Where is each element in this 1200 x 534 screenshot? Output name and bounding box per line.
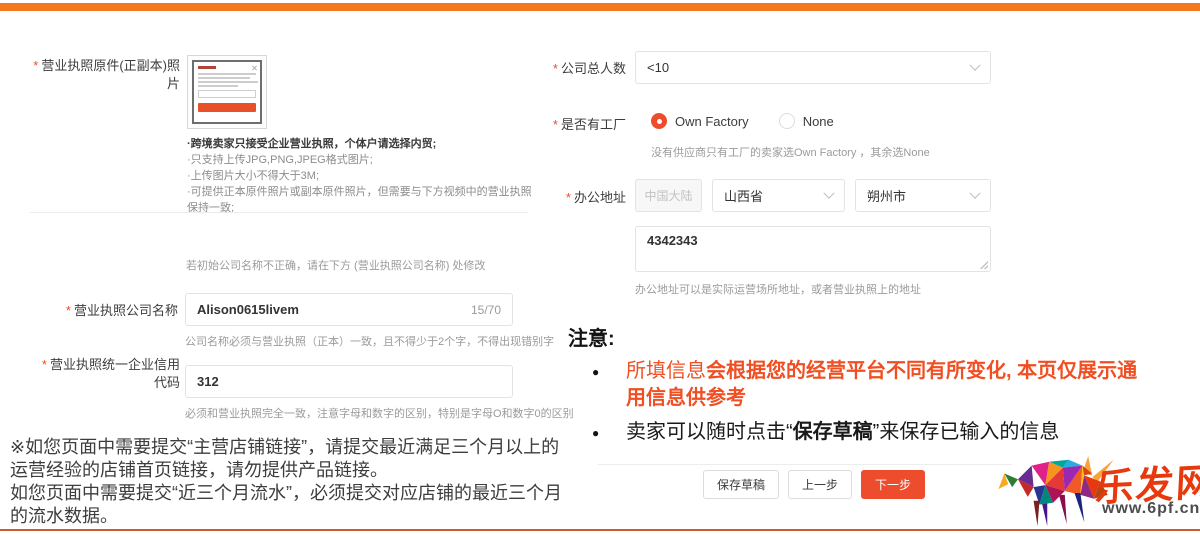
- company-name-hint: 公司名称必须与营业执照（正本）一致，且不得少于2个字，不得出现错别字: [185, 333, 554, 349]
- site-logo-url: www.6pf.cn: [1102, 500, 1200, 518]
- previous-step-button[interactable]: 上一步: [788, 470, 852, 499]
- office-address-label-text: 办公地址: [574, 190, 626, 205]
- notice-block: 注意: ● 所填信息会根据您的经营平台不同有所变化, 本页仅展示通用信息供参考 …: [568, 327, 1146, 446]
- required-asterisk: *: [553, 61, 558, 76]
- province-value: 山西省: [724, 186, 763, 205]
- bottom-accent-line: [0, 529, 1200, 531]
- company-name-label: *营业执照公司名称: [30, 302, 178, 320]
- mock-dialog-title-bar: [198, 66, 216, 69]
- factory-hint: 没有供应商只有工厂的卖家选Own Factory ，其余选None: [651, 144, 930, 160]
- radio-own-factory-label: Own Factory: [675, 114, 749, 129]
- company-size-value: <10: [647, 60, 669, 75]
- credit-code-label: *营业执照统一企业信用代码: [30, 356, 180, 392]
- notice-bullet-2-text: 卖家可以随时点击“保存草稿”来保存已输入的信息: [626, 419, 1059, 446]
- bullet-icon: ●: [592, 358, 606, 412]
- mock-text-line: [198, 81, 258, 83]
- required-asterisk: *: [66, 303, 71, 318]
- office-address-hint: 办公地址可以是实际运营场所地址，或者营业执照上的地址: [635, 281, 921, 297]
- credit-code-label-text: 营业执照统一企业信用代码: [50, 357, 180, 390]
- address-detail-value: 4342343: [647, 233, 698, 248]
- store-link-footnote: ※如您页面中需要提交“主营店铺链接”，请提交最近满足三个月以上的运营经验的店铺首…: [10, 436, 576, 528]
- chevron-down-icon: [823, 187, 834, 198]
- company-size-label-text: 公司总人数: [561, 61, 626, 76]
- credit-code-hint: 必须和营业执照完全一致，注意字母和数字的区别，特别是字母O和数字0的区别: [185, 405, 574, 421]
- notice-bullet-1-prefix: 所填信息: [626, 360, 706, 382]
- required-asterisk: *: [566, 190, 571, 205]
- radio-own-factory[interactable]: Own Factory: [651, 113, 749, 129]
- license-photo-label: *营业执照原件(正副本)照片: [30, 57, 180, 93]
- company-size-label: *公司总人数: [538, 60, 626, 78]
- city-value: 朔州市: [867, 186, 906, 205]
- save-draft-button[interactable]: 保存草稿: [703, 470, 779, 499]
- next-step-button[interactable]: 下一步: [861, 470, 925, 499]
- close-icon: [251, 65, 257, 71]
- license-photo-dialog-mock: [192, 60, 262, 124]
- factory-label: *是否有工厂: [538, 116, 626, 134]
- radio-none-label: None: [803, 114, 834, 129]
- factory-label-text: 是否有工厂: [561, 117, 626, 132]
- notice-bullet-1: ● 所填信息会根据您的经营平台不同有所变化, 本页仅展示通用信息供参考: [568, 358, 1146, 412]
- address-province-select[interactable]: 山西省: [712, 179, 845, 212]
- license-photo-preview[interactable]: [187, 55, 267, 129]
- notice-bullet-2-bold: 保存草稿: [793, 421, 873, 443]
- license-photo-label-text: 营业执照原件(正副本)照片: [41, 58, 180, 91]
- mock-text-line: [198, 73, 256, 75]
- factory-radio-group: Own Factory None: [651, 113, 834, 129]
- license-upload-notes: ·跨境卖家只接受企业营业执照，个体户请选择内贸; ·只支持上传JPG,PNG,J…: [187, 136, 535, 216]
- mock-text-line: [198, 85, 238, 87]
- mock-select: [198, 90, 256, 98]
- footnote-paragraph-1: ※如您页面中需要提交“主营店铺链接”，请提交最近满足三个月以上的运营经验的店铺首…: [10, 436, 576, 482]
- notice-bullet-1-text: 所填信息会根据您的经营平台不同有所变化, 本页仅展示通用信息供参考: [626, 358, 1146, 412]
- credit-code-input[interactable]: 312: [185, 365, 513, 398]
- office-address-label: *办公地址: [538, 189, 626, 207]
- radio-unselected-icon: [779, 113, 795, 129]
- textarea-resize-handle[interactable]: [979, 260, 988, 269]
- required-asterisk: *: [553, 117, 558, 132]
- mock-primary-button: [198, 103, 256, 112]
- footnote-paragraph-2: 如您页面中需要提交“近三个月流水”，必须提交对应店铺的最近三个月的流水数据。: [10, 482, 576, 528]
- required-asterisk: *: [42, 357, 47, 372]
- chevron-down-icon: [969, 59, 980, 70]
- address-city-select[interactable]: 朔州市: [855, 179, 991, 212]
- company-size-select[interactable]: <10: [635, 51, 991, 84]
- notice-bullet-2: ● 卖家可以随时点击“保存草稿”来保存已输入的信息: [568, 419, 1146, 446]
- company-name-value: Alison0615livem: [197, 302, 299, 317]
- company-name-label-text: 营业执照公司名称: [74, 303, 178, 318]
- radio-selected-icon: [651, 113, 667, 129]
- notice-bullet-2-post: ”来保存已输入的信息: [873, 421, 1060, 443]
- seller-onboarding-form-page: *营业执照原件(正副本)照片 ·跨境卖家只接受企业营业执照，个体户请选择内贸; …: [0, 0, 1200, 534]
- section-divider: [30, 212, 528, 213]
- char-counter: 15/70: [471, 303, 501, 317]
- company-name-rename-hint: 若初始公司名称不正确，请在下方 (营业执照公司名称) 处修改: [186, 257, 485, 273]
- notice-title: 注意:: [568, 327, 1146, 351]
- license-note: ·跨境卖家只接受企业营业执照，个体户请选择内贸;: [187, 136, 535, 152]
- mock-text-line: [198, 77, 250, 79]
- top-accent-bar: [0, 3, 1200, 11]
- company-name-input[interactable]: Alison0615livem 15/70: [185, 293, 513, 326]
- address-region-disabled-input: 中国大陆: [635, 179, 702, 212]
- notice-bullet-2-pre: 卖家可以随时点击“: [626, 421, 793, 443]
- radio-none[interactable]: None: [779, 113, 834, 129]
- license-note: ·上传图片大小不得大于3M;: [187, 168, 535, 184]
- bullet-icon: ●: [592, 419, 606, 446]
- address-detail-textarea[interactable]: 4342343: [635, 226, 991, 272]
- license-note: ·只支持上传JPG,PNG,JPEG格式图片;: [187, 152, 535, 168]
- footer-divider: [598, 464, 1012, 465]
- required-asterisk: *: [33, 58, 38, 73]
- credit-code-value: 312: [197, 374, 219, 389]
- footer-button-row: 保存草稿 上一步 下一步: [703, 470, 925, 499]
- chevron-down-icon: [969, 187, 980, 198]
